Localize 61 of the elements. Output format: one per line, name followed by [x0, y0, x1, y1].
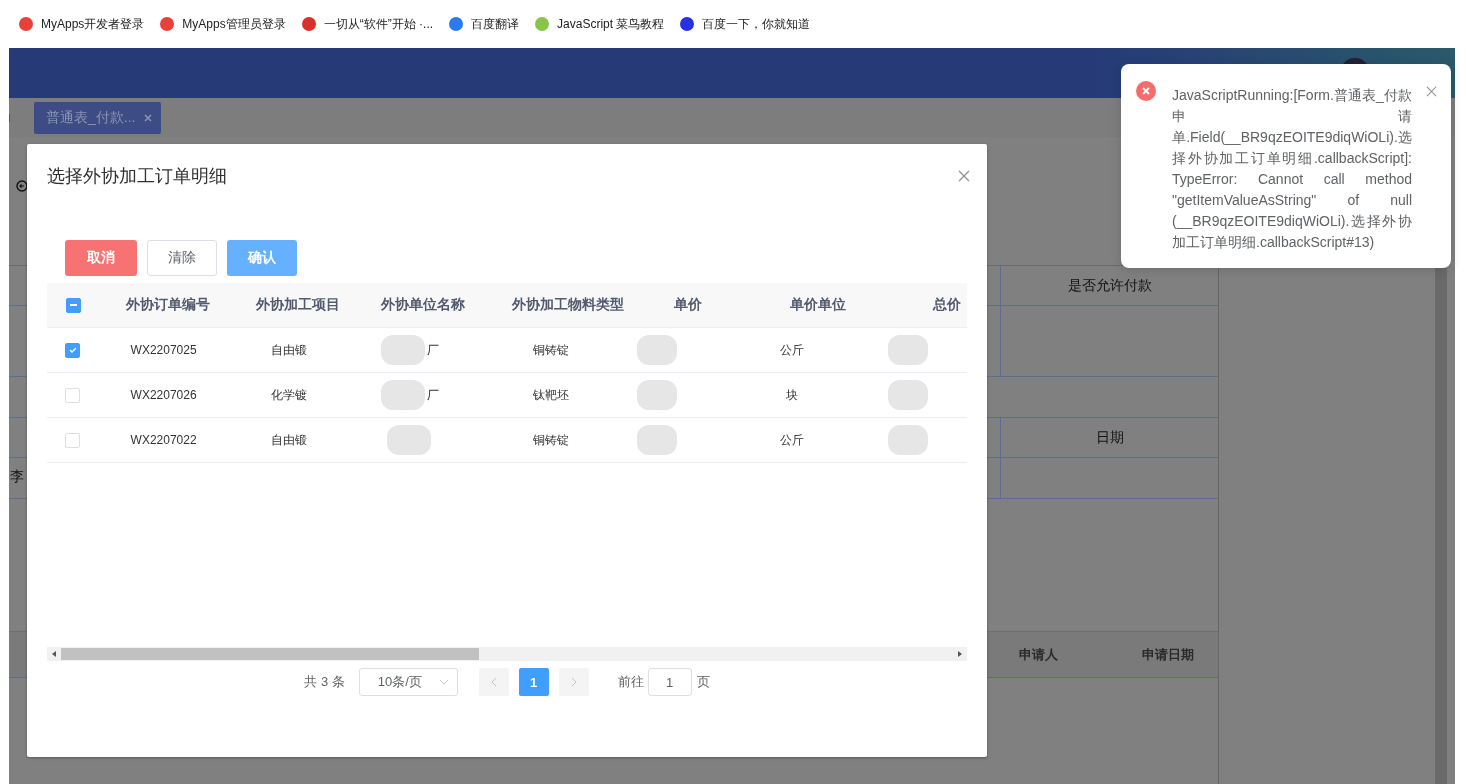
column-header: 外协单位名称	[380, 296, 465, 314]
redaction-blur	[381, 380, 426, 410]
table-cell: 自由锻	[271, 431, 308, 449]
table-cell: 化学镀	[271, 386, 308, 404]
table-cell: WX2207022	[130, 433, 197, 447]
bookmark-link[interactable]: JavaScript 菜鸟教程	[557, 15, 665, 33]
goto-label: 前往	[617, 673, 644, 691]
bookmark-link[interactable]: 百度一下，你就知道	[702, 15, 811, 33]
table-cell: 公斤	[780, 341, 805, 359]
redaction-blur	[636, 335, 677, 365]
redaction-blur	[887, 380, 928, 410]
table-cell: WX2207026	[130, 388, 197, 402]
bookmark-link[interactable]: MyApps管理员登录	[182, 15, 286, 33]
table-cell: 铜铸锭	[532, 341, 569, 359]
table-cell: 厂	[427, 341, 440, 359]
column-header: 总价	[933, 296, 961, 314]
table-header-cell: 日期	[1000, 418, 1219, 457]
row-checkbox[interactable]	[65, 342, 81, 358]
table-cell: 钛靶坯	[532, 386, 569, 404]
caret-icon	[438, 679, 449, 685]
page-size-select[interactable]: 10条/页	[358, 668, 458, 696]
column-header: 外协订单编号	[125, 296, 210, 314]
column-header: 外协加工物料类型	[511, 296, 624, 314]
error-message: JavaScriptRunning:[Form.普通表_付款申请单.Field(__BR9qzEOITE9diqWiOLi).选择外协加工订单明细.callbackScript]: TypeError: Cannot call method "getItemValueAsString" of null (__BR9qzEOITE9diqWiOLi).选择外协加工订单明细.callbackScript#13)	[1172, 86, 1412, 252]
bookmark-link[interactable]: MyApps开发者登录	[41, 15, 145, 33]
error-icon	[1136, 81, 1156, 101]
bookmark-link[interactable]: 百度翻译	[471, 15, 520, 33]
close-icon[interactable]	[958, 170, 970, 182]
column-header: 申请人	[1019, 646, 1058, 664]
chevron-left-icon	[490, 677, 497, 687]
table-cell: 公斤	[780, 431, 805, 449]
scroll-right-icon[interactable]	[958, 651, 962, 657]
column-header: 申请日期	[1142, 646, 1194, 664]
table-cell: 自由锻	[271, 341, 308, 359]
column-header: 单价单位	[789, 296, 846, 314]
redaction-blur	[887, 335, 928, 365]
redaction-blur	[636, 380, 677, 410]
column-header: 外协加工项目	[255, 296, 340, 314]
column-header: 单价	[673, 296, 702, 314]
total-count: 共 3 条	[304, 673, 345, 691]
select-all-checkbox[interactable]	[66, 297, 81, 313]
page-suffix: 页	[696, 673, 710, 691]
bookmark-link[interactable]: 一切从“软件”开始 ·...	[323, 15, 434, 33]
chevron-right-icon	[570, 677, 577, 687]
table-cell-text: 李	[10, 468, 24, 486]
redaction-blur	[387, 425, 432, 455]
table-cell: 块	[786, 386, 799, 404]
redaction-blur	[636, 425, 677, 455]
table-cell: 铜铸锭	[532, 431, 569, 449]
check-icon	[67, 345, 78, 355]
horizontal-scrollbar[interactable]	[47, 647, 967, 661]
close-icon[interactable]	[143, 112, 154, 123]
dialog-title: 选择外协加工订单明细	[47, 165, 227, 188]
back-icon[interactable]	[16, 180, 28, 192]
table-cell: 厂	[427, 386, 440, 404]
close-icon[interactable]	[1426, 86, 1437, 97]
redaction-blur	[381, 335, 426, 365]
table-cell: WX2207025	[130, 343, 197, 357]
redaction-blur	[887, 425, 928, 455]
action-button[interactable]: 清除	[147, 240, 217, 276]
page-input[interactable]: 1	[647, 668, 692, 696]
